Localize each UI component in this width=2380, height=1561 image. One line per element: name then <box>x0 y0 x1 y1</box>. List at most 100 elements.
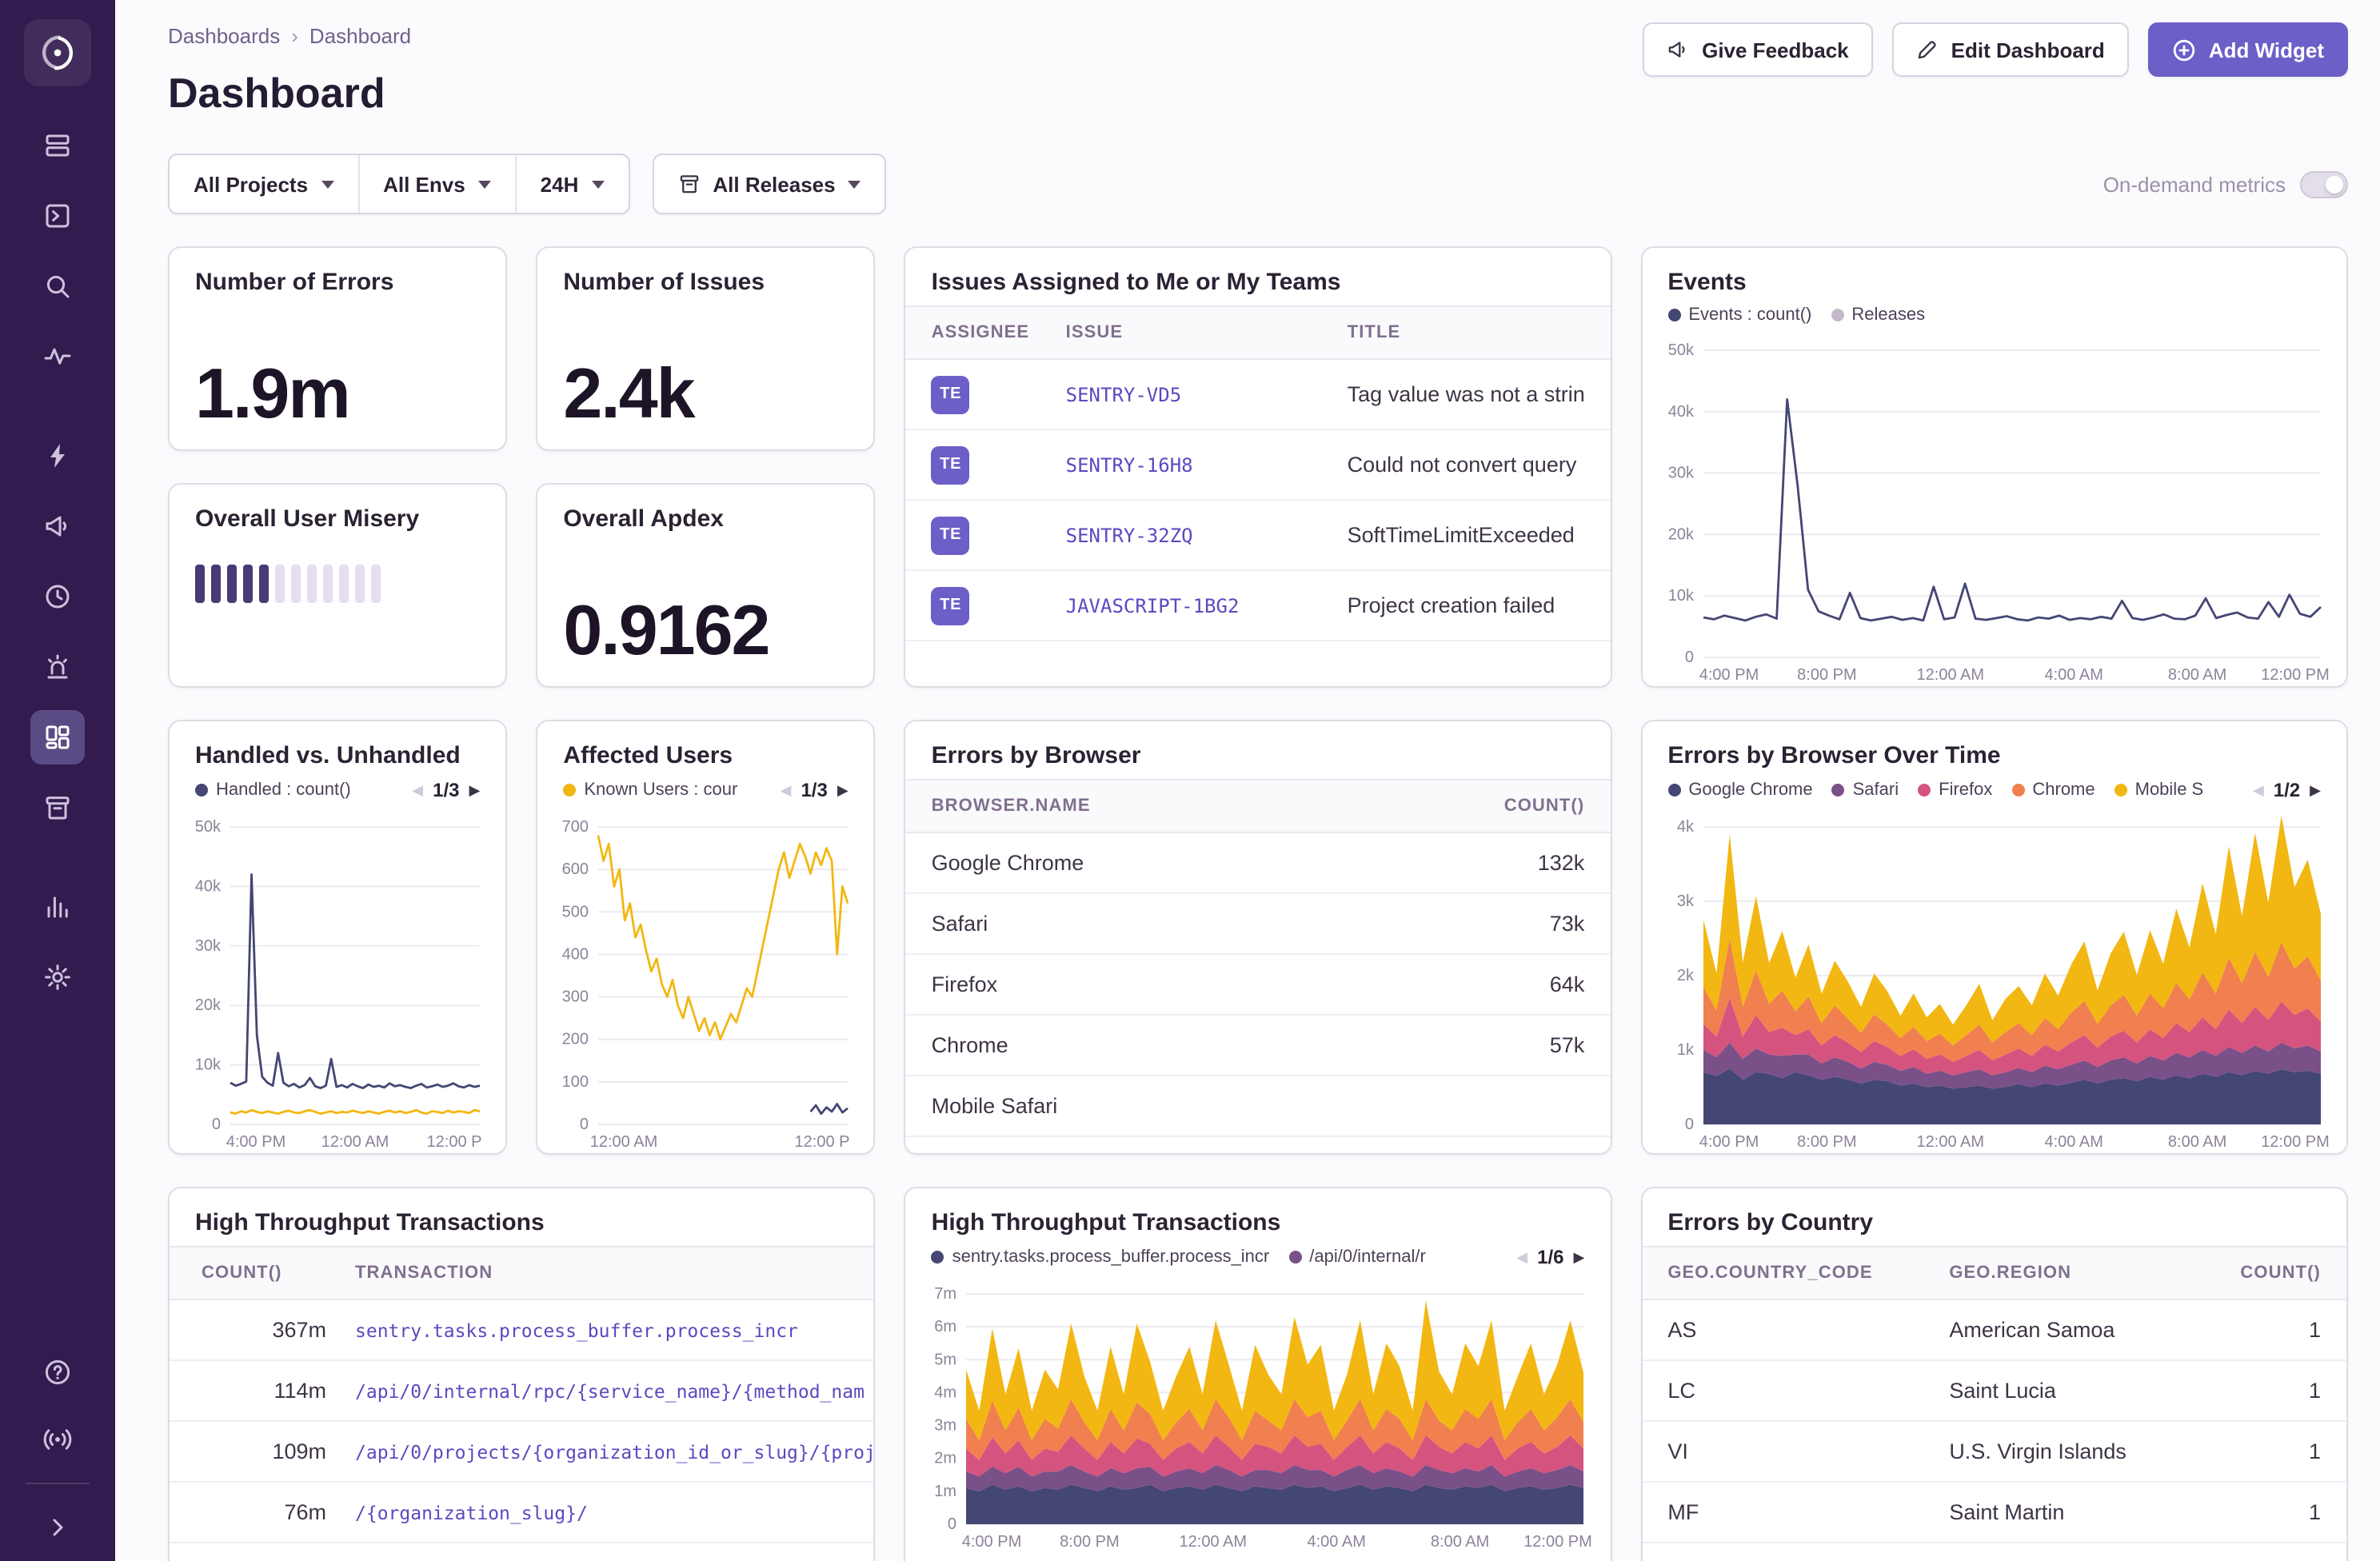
svg-text:4m: 4m <box>935 1383 957 1401</box>
big-number-value: 1.9m <box>170 360 505 449</box>
projects-filter-label: All Projects <box>194 172 308 196</box>
ondemand-metrics: On-demand metrics <box>2103 170 2348 198</box>
legend-item[interactable]: Firefox <box>1918 780 1992 800</box>
tx-count: 76m <box>202 1500 326 1524</box>
transaction-link[interactable]: /api/0/internal/rpc/{service_name}/{meth… <box>355 1379 874 1402</box>
transaction-link[interactable]: /api/0/projects/{organization_id_or_slug… <box>355 1440 874 1463</box>
issue-link[interactable]: SENTRY-32ZQ <box>1066 524 1348 546</box>
events-line-chart: 010k20k30k40k50k4:00 PM8:00 PM12:00 AM4:… <box>1645 337 2334 686</box>
chevron-down-icon <box>591 180 604 188</box>
give-feedback-button[interactable]: Give Feedback <box>1643 22 1873 77</box>
table-row: AS American Samoa 1 <box>1642 1300 2346 1361</box>
sidebar-item-broadcasts[interactable] <box>30 1412 85 1467</box>
sidebar-item-issues[interactable] <box>30 429 85 483</box>
sidebar-item-stats[interactable] <box>30 880 85 934</box>
legend-item[interactable]: Safari <box>1832 780 1899 800</box>
pager-next-icon[interactable]: ▶ <box>469 781 480 799</box>
pager-next-icon[interactable]: ▶ <box>1573 1248 1584 1266</box>
assigned-table-body: TE SENTRY-VD5 Tag value was not a strin … <box>906 360 1611 641</box>
pager-label: 1/3 <box>433 779 459 801</box>
legend-item[interactable]: Known Users : cour <box>563 780 737 800</box>
sidebar-divider <box>26 1483 90 1484</box>
country-region: U.S. Virgin Islands <box>1949 1439 2222 1463</box>
pager-label: 1/3 <box>801 779 827 801</box>
megaphone-icon <box>43 512 72 541</box>
pager-prev-icon[interactable]: ◀ <box>781 781 792 799</box>
pager-next-icon[interactable]: ▶ <box>837 781 849 799</box>
svg-text:12:00 AM: 12:00 AM <box>1180 1533 1248 1551</box>
breadcrumb-dashboards-link[interactable]: Dashboards <box>168 22 280 51</box>
sidebar-item-search[interactable] <box>30 259 85 313</box>
transaction-link[interactable]: /{organization_slug}/ <box>355 1501 874 1523</box>
legend-item[interactable]: Chrome <box>2011 780 2094 800</box>
environments-filter[interactable]: All Envs <box>357 155 515 213</box>
table-row: Mobile Safari <box>906 1076 1611 1137</box>
widget-errors-by-browser: Errors by Browser BROWSER.NAME COUNT() G… <box>904 720 1612 1155</box>
issue-title: Could not convert query <box>1348 453 1611 477</box>
ondemand-metrics-toggle[interactable] <box>2300 170 2348 198</box>
pager-next-icon[interactable]: ▶ <box>2310 781 2321 799</box>
svg-text:2m: 2m <box>935 1450 957 1467</box>
legend-item[interactable]: Handled : count() <box>195 780 351 800</box>
legend-item[interactable]: Google Chrome <box>1667 780 1812 800</box>
environments-filter-label: All Envs <box>383 172 465 196</box>
legend-dot <box>195 784 208 796</box>
pager-prev-icon[interactable]: ◀ <box>412 781 423 799</box>
header-actions: Give Feedback Edit Dashboard Add Widget <box>1643 22 2348 77</box>
bar-chart-icon <box>43 892 72 921</box>
issue-link[interactable]: SENTRY-VD5 <box>1066 383 1348 405</box>
megaphone-icon <box>1667 38 1689 61</box>
legend-label: Releases <box>1851 305 1925 325</box>
widget-pager: ◀ 1/3 ▶ <box>412 779 480 801</box>
svg-text:12:00 AM: 12:00 AM <box>1916 666 1984 684</box>
sidebar-item-replays[interactable] <box>30 569 85 624</box>
sidebar-item-settings[interactable] <box>30 950 85 1004</box>
table-row: MF Saint Martin 1 <box>1642 1483 2346 1543</box>
sentry-logo[interactable] <box>24 19 91 86</box>
sidebar-item-dashboards[interactable] <box>30 710 85 765</box>
archive-icon <box>677 173 700 195</box>
svg-text:0: 0 <box>948 1515 957 1533</box>
sidebar-item-feedback[interactable] <box>30 499 85 553</box>
legend-item[interactable]: Events : count() <box>1667 305 1811 325</box>
releases-filter[interactable]: All Releases <box>652 154 886 214</box>
transaction-link[interactable]: sentry.tasks.process_buffer.process_incr <box>355 1319 874 1341</box>
sidebar-item-releases[interactable] <box>30 780 85 835</box>
browser-count: 132k <box>1440 851 1584 875</box>
svg-text:8:00 AM: 8:00 AM <box>2167 1133 2226 1151</box>
projects-icon <box>43 131 72 160</box>
svg-text:12:00 AM: 12:00 AM <box>590 1133 658 1151</box>
table-row: TE JAVASCRIPT-1BG2 Project creation fail… <box>906 571 1611 641</box>
country-count: 1 <box>2222 1500 2321 1524</box>
add-widget-button[interactable]: Add Widget <box>2148 22 2348 77</box>
sidebar-item-help[interactable] <box>30 1345 85 1399</box>
col-browser-name: BROWSER.NAME <box>932 796 1441 816</box>
siren-icon <box>43 653 72 681</box>
sidebar-item-explore[interactable] <box>30 189 85 243</box>
issue-link[interactable]: SENTRY-16H8 <box>1066 453 1348 476</box>
sidebar-item-performance[interactable] <box>30 329 85 384</box>
legend-label: Firefox <box>1939 780 1992 800</box>
svg-text:5m: 5m <box>935 1351 957 1368</box>
projects-filter[interactable]: All Projects <box>170 155 357 213</box>
issue-link[interactable]: JAVASCRIPT-1BG2 <box>1066 594 1348 617</box>
widget-title: Overall Apdex <box>563 505 848 533</box>
legend-item[interactable]: sentry.tasks.process_buffer.process_incr <box>932 1248 1270 1267</box>
sidebar-collapse-button[interactable] <box>30 1500 85 1555</box>
legend-item[interactable]: /api/0/internal/r <box>1288 1248 1426 1267</box>
browser-name: Google Chrome <box>932 851 1441 875</box>
sidebar-item-projects[interactable] <box>30 118 85 173</box>
legend-item[interactable]: Releases <box>1831 305 1925 325</box>
edit-dashboard-button[interactable]: Edit Dashboard <box>1892 22 2129 77</box>
browser-count: 73k <box>1440 912 1584 936</box>
date-range-filter[interactable]: 24H <box>515 155 629 213</box>
legend-item[interactable]: Mobile S <box>2114 780 2204 800</box>
pager-prev-icon[interactable]: ◀ <box>1516 1248 1527 1266</box>
pager-prev-icon[interactable]: ◀ <box>2253 781 2264 799</box>
legend-label: Handled : count() <box>216 780 351 800</box>
pencil-icon <box>1916 38 1939 61</box>
misery-bar <box>259 565 269 603</box>
broadcast-icon <box>43 1425 72 1454</box>
legend-label: sentry.tasks.process_buffer.process_incr <box>952 1248 1270 1267</box>
sidebar-item-alerts[interactable] <box>30 640 85 694</box>
